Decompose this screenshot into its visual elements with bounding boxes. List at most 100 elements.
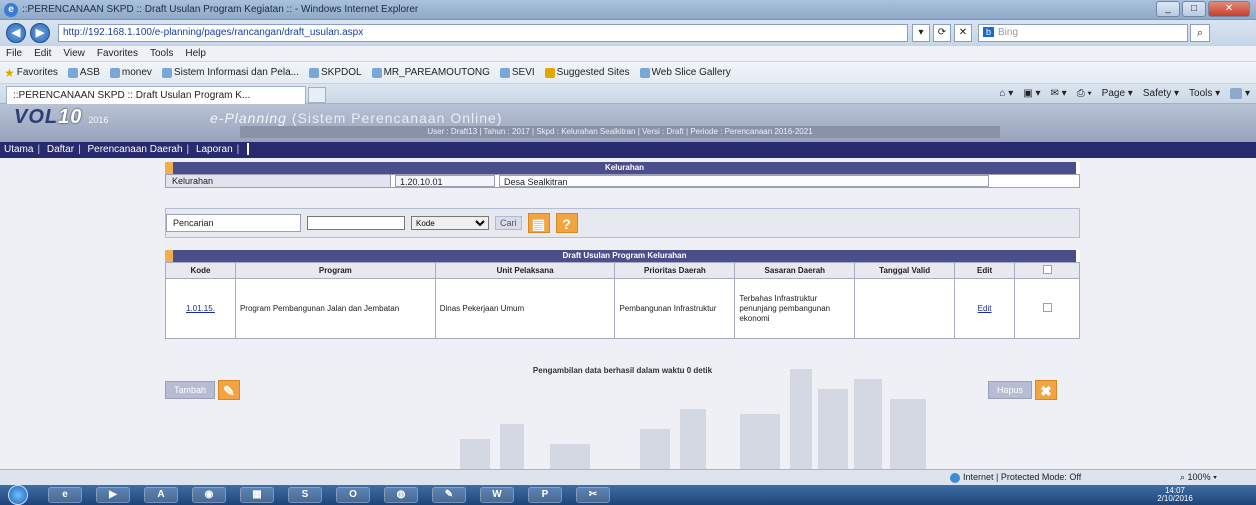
address-buttons: ▾ ⟳ ✕ — [912, 24, 972, 42]
tools-menu[interactable]: Tools ▾ — [1189, 87, 1220, 101]
print-icon[interactable]: ⎙ ▾ — [1077, 87, 1092, 101]
home-icon[interactable]: ⌂ ▾ — [999, 87, 1013, 101]
program-header: Draft Usulan Program Kelurahan — [165, 250, 1080, 262]
mail-icon[interactable]: ✉ ▾ — [1051, 87, 1067, 101]
zoom-level[interactable]: ⌕ 100% ▾ — [1180, 470, 1217, 485]
fav-sevi[interactable]: SEVI — [499, 67, 535, 78]
add-icon: ✎ — [218, 380, 241, 400]
stop-icon[interactable]: ✕ — [954, 24, 972, 42]
search-placeholder: Bing — [998, 27, 1019, 38]
pdf-taskbar-icon[interactable]: A — [144, 487, 178, 503]
select-all-checkbox[interactable] — [1042, 265, 1052, 274]
fav-sistem-informasi[interactable]: Sistem Informasi dan Pela... — [161, 67, 299, 78]
command-bar: ⌂ ▾ ▣ ▾ ✉ ▾ ⎙ ▾ Page ▾ Safety ▾ Tools ▾ … — [999, 87, 1250, 101]
url-text: http://192.168.1.100/e-planning/pages/ra… — [63, 27, 364, 38]
page-icon — [371, 67, 382, 78]
tool-taskbar-icon[interactable]: ✂ — [576, 487, 610, 503]
nav-daftar[interactable]: Daftar — [47, 144, 74, 155]
search-button[interactable]: Cari — [495, 216, 522, 230]
window-title: ::PERENCANAAN SKPD :: Draft Usulan Progr… — [22, 4, 419, 15]
kelurahan-panel: Kelurahan Kelurahan 1.20.10.01 Desa Seal… — [165, 162, 1080, 188]
row-checkbox[interactable] — [1042, 302, 1052, 312]
refresh-icon[interactable]: ⟳ — [933, 24, 951, 42]
search-label: Pencarian — [166, 214, 301, 232]
program-table: Kode Program Unit Pelaksana Prioritas Da… — [165, 262, 1080, 339]
menu-help[interactable]: Help — [185, 46, 206, 61]
menu-edit[interactable]: Edit — [34, 46, 51, 61]
search-panel: Pencarian Kode Cari ▤ ? — [165, 208, 1080, 238]
menu-file[interactable]: File — [6, 46, 22, 61]
minimize-button[interactable]: _ — [1156, 1, 1180, 17]
browser-window: e ::PERENCANAAN SKPD :: Draft Usulan Pro… — [0, 0, 1256, 505]
search-field-select[interactable]: Kode — [411, 216, 489, 230]
row-program: Program Pembangunan Jalan dan Jembatan — [234, 278, 436, 339]
col-program: Program — [234, 262, 436, 279]
row-edit-link[interactable]: Edit — [954, 278, 1016, 339]
title-bar: e ::PERENCANAAN SKPD :: Draft Usulan Pro… — [0, 0, 1256, 20]
fav-monev[interactable]: monev — [109, 67, 152, 78]
row-select — [1014, 278, 1080, 339]
page-icon — [67, 67, 78, 78]
suggested-sites-icon — [544, 67, 555, 78]
col-prioritas: Prioritas Daerah — [614, 262, 736, 279]
menu-bar: File Edit View Favorites Tools Help — [0, 46, 1256, 62]
favorites-bar: ★ Favorites ASB monev Sistem Informasi da… — [0, 62, 1256, 84]
forward-icon[interactable]: ▶ — [30, 23, 50, 43]
nav-perencanaan-daerah[interactable]: Perencanaan Daerah — [87, 144, 182, 155]
bing-icon: b — [983, 27, 995, 37]
explorer-taskbar-icon[interactable]: ▦ — [240, 487, 274, 503]
ie-taskbar-icon[interactable]: e — [48, 487, 82, 503]
paint-taskbar-icon[interactable]: ✎ — [432, 487, 466, 503]
search-field[interactable] — [307, 216, 405, 230]
chrome-taskbar-icon[interactable]: ◍ — [384, 487, 418, 503]
fav-skpdol[interactable]: SKPDOL — [308, 67, 362, 78]
page-menu[interactable]: Page ▾ — [1102, 87, 1133, 101]
powerpoint-taskbar-icon[interactable]: P — [528, 487, 562, 503]
back-icon[interactable]: ◀ — [6, 23, 26, 43]
add-button[interactable]: Tambah ✎ — [165, 380, 241, 400]
row-kode[interactable]: 1.01.15. — [165, 278, 236, 339]
firefox-taskbar-icon[interactable]: ◉ — [192, 487, 226, 503]
menu-favorites[interactable]: Favorites — [97, 46, 138, 61]
help-icon[interactable]: ? — [555, 213, 578, 233]
delete-icon: ✖ — [1035, 380, 1058, 400]
security-zone[interactable]: Internet | Protected Mode: Off — [950, 470, 1081, 485]
globe-icon — [950, 472, 960, 483]
document-icon[interactable]: ▤ — [527, 213, 550, 233]
clock-date: 2/10/2016 — [1157, 494, 1193, 503]
fav-mr[interactable]: MR_PAREAMOUTONG — [371, 67, 490, 78]
row-sasaran: Terbahas Infrastruktur penunjang pembang… — [734, 278, 856, 339]
search-icon[interactable]: ⌕ — [1190, 24, 1210, 42]
new-tab-button[interactable] — [308, 87, 326, 103]
opera-taskbar-icon[interactable]: O — [336, 487, 370, 503]
favorites-button[interactable]: ★ Favorites — [4, 66, 58, 80]
row-tanggal — [854, 278, 956, 339]
delete-button-label: Hapus — [988, 381, 1033, 399]
maximize-button[interactable]: □ — [1182, 1, 1206, 17]
table-row: 1.01.15. Program Pembangunan Jalan dan J… — [165, 278, 1080, 339]
menu-tools[interactable]: Tools — [150, 46, 173, 61]
address-row: ◀ ▶ http://192.168.1.100/e-planning/page… — [0, 20, 1256, 46]
address-bar[interactable]: http://192.168.1.100/e-planning/pages/ra… — [58, 24, 908, 42]
system-tray[interactable]: 14:07 2/10/2016 — [1120, 487, 1230, 503]
delete-button[interactable]: Hapus ✖ — [988, 380, 1058, 400]
compat-icon[interactable]: ▾ — [912, 24, 930, 42]
browser-tab[interactable]: ::PERENCANAAN SKPD :: Draft Usulan Progr… — [6, 86, 306, 104]
nav-utama[interactable]: Utama — [4, 144, 33, 155]
media-taskbar-icon[interactable]: ▶ — [96, 487, 130, 503]
close-button[interactable]: ✕ — [1208, 1, 1250, 17]
menu-view[interactable]: View — [63, 46, 85, 61]
start-button[interactable] — [8, 485, 28, 505]
nav-laporan[interactable]: Laporan — [196, 144, 233, 155]
word-taskbar-icon[interactable]: W — [480, 487, 514, 503]
fav-web-slice-gallery[interactable]: Web Slice Gallery — [639, 67, 731, 78]
app-nav: Utama | Daftar | Perencanaan Daerah | Lapor… — [0, 142, 1256, 158]
search-input[interactable]: b Bing — [978, 24, 1188, 42]
skype-taskbar-icon[interactable]: S — [288, 487, 322, 503]
feeds-icon[interactable]: ▣ ▾ — [1023, 87, 1040, 101]
page-icon — [161, 67, 172, 78]
fav-suggested-sites[interactable]: Suggested Sites — [544, 67, 630, 78]
help-icon[interactable]: ▾ — [1230, 87, 1250, 101]
safety-menu[interactable]: Safety ▾ — [1143, 87, 1179, 101]
fav-asb[interactable]: ASB — [67, 67, 100, 78]
